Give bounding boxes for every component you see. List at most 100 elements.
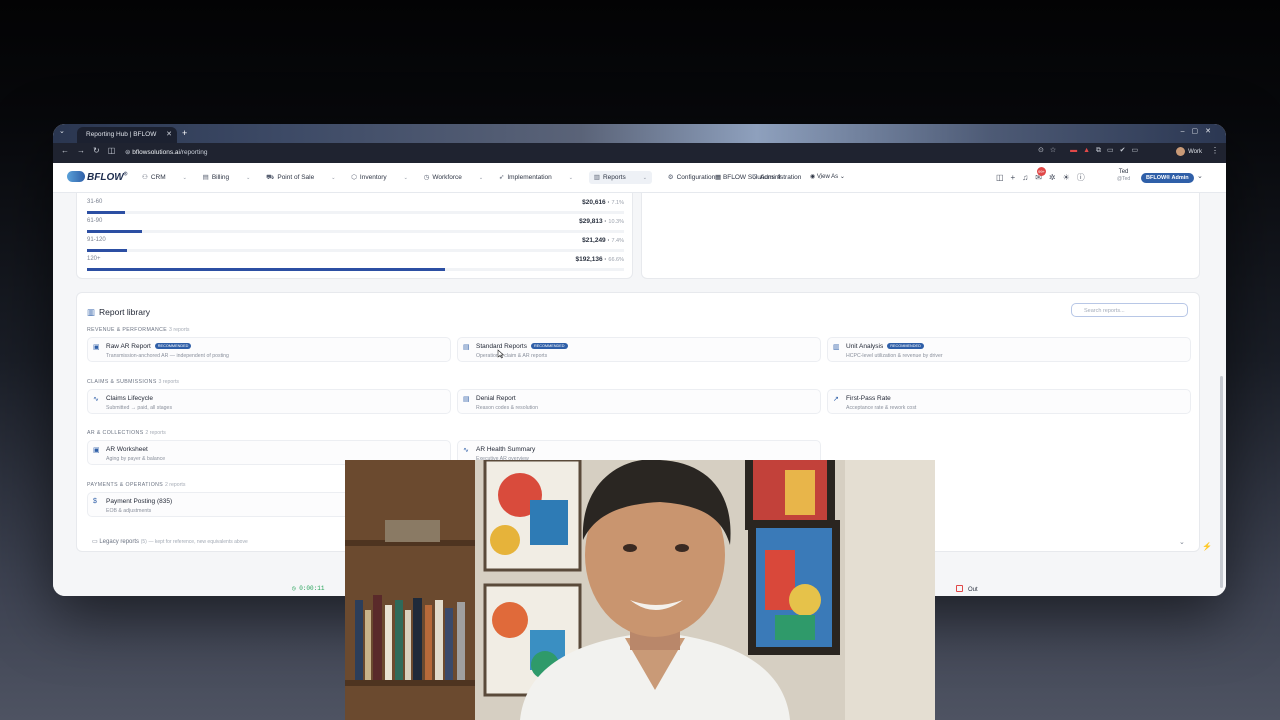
bar-chart-icon: ▥ [833,344,840,351]
view-as-dropdown[interactable]: ◉ View As ⌄ [810,173,845,180]
report-item-denial-report[interactable]: ▤ Denial Report Reason codes & resolutio… [457,389,821,414]
role-badge[interactable]: BFLOW® Admin [1141,173,1194,183]
chevron-down-icon[interactable]: ⌄ [1197,172,1203,180]
menu-point-of-sale[interactable]: ⛟ Point of Sale ⌄ [266,174,335,181]
chevron-down-icon: ⌄ [642,175,647,181]
section-count: 3 reports [169,327,190,333]
aging-percent: 7.4% [611,238,624,244]
report-description: Transmission-anchored AR — independent o… [106,353,229,359]
window-controls[interactable]: –▢✕ [1181,127,1218,135]
url-field[interactable]: ⊜ bflowsolutions.ai/reporting [125,146,207,160]
report-name: Payment Posting (835) [106,498,173,505]
aging-amount: $21,249 · 7.4% [582,237,624,244]
menu-billing[interactable]: ▤ Billing ⌄ [203,174,251,181]
aging-amount-value: $20,616 [582,199,606,206]
presenter-webcam-video [345,460,935,720]
recommended-badge: RECOMMENDED [887,343,924,349]
menu-reports[interactable]: ▥ Reports ⌄ [588,171,652,184]
menu-implementation[interactable]: ➶ Implementation ⌄ [499,174,573,181]
aging-bucket-label: 61-90 [87,218,103,224]
aging-percent: 66.6% [608,257,624,263]
aging-bar-track [87,249,624,252]
chevron-down-icon: ⌄ [568,175,573,181]
aging-amount-value: $21,249 [582,237,606,244]
chart-icon: ▥ [593,174,600,181]
org-name: BFLOW Solutions [722,174,775,181]
section-title: REVENUE & PERFORMANCE 3 reports [87,327,190,333]
chevron-down-icon: ⌄ [182,175,187,181]
aging-bar [87,268,445,271]
user-handle: @Ted [1117,176,1131,182]
menu-label: Configuration [676,174,716,181]
aging-bar-track [87,211,624,214]
chevron-down-icon: ⌄ [331,175,336,181]
report-item-claims-lifecycle[interactable]: ∿ Claims Lifecycle Submitted → paid, all… [87,389,451,414]
aging-bar-track [87,230,624,233]
aging-amount-value: $192,136 [575,256,603,263]
aging-amount: $192,136 · 66.6% [575,256,624,263]
user-menu[interactable]: Ted @Ted [1117,169,1130,183]
navigation-buttons[interactable]: ←→↻◫ [61,146,123,155]
report-library-title: ▥ Report library [87,307,150,318]
chevron-down-icon: ⌄ [478,175,484,181]
people-icon: ⚇ [142,174,148,181]
profile-button[interactable]: Work [1176,147,1202,156]
menu-crm[interactable]: ⚇ CRM ⌄ [142,174,187,181]
section-count: 3 reports [158,379,180,385]
box-icon: ⬡ [351,174,357,181]
dollar-icon: $ [93,498,97,505]
assistant-icon[interactable]: ⚡ [1202,542,1212,551]
report-name: AR Health Summary [476,446,536,453]
report-item-standard-reports[interactable]: ▤ Standard Reports RECOMMENDED Operationa… [457,337,821,362]
browser-tab[interactable]: Reporting Hub | BFLOW ✕ [77,127,177,143]
report-item-raw-ar[interactable]: ▣ Raw AR Report RECOMMENDED Transmission-… [87,337,451,362]
report-library-title-text: Report library [99,307,151,317]
menu-inventory[interactable]: ⬡ Inventory ⌄ [351,174,408,181]
new-tab-button[interactable]: + [182,128,187,138]
section-title: AR & COLLECTIONS 2 reports [87,430,166,436]
clock-out-button[interactable]: Out [956,585,978,593]
rocket-icon: ➶ [498,174,505,181]
clock-out-label: Out [968,587,978,593]
report-item-unit-analysis[interactable]: ▥ Unit Analysis RECOMMENDED HCPC-level ut… [827,337,1191,362]
document-icon: ▤ [463,344,470,351]
user-name: Ted [1118,169,1129,175]
pulse-icon: ∿ [93,396,99,403]
recommended-badge: RECOMMENDED [154,343,192,349]
section-count: 2 reports [145,430,166,436]
legacy-reports-toggle[interactable]: ▭ Legacy reports (5) — kept for referenc… [92,538,248,545]
sort-icon: ⇕ [776,174,782,181]
bflow-logo[interactable]: BFLOW® [67,171,127,183]
aging-amount: $20,616 · 7.1% [582,199,624,206]
close-tab-icon[interactable]: ✕ [166,127,172,143]
gear-icon: ⚙ [667,174,674,181]
tab-search-icon[interactable]: ⌄ [59,127,65,135]
report-description: Reason codes & resolution [476,405,538,411]
org-switcher[interactable]: ▦ BFLOW Solutions ⇕ [715,173,782,181]
aging-bucket-label: 91-120 [87,237,106,243]
tab-strip: ⌄ Reporting Hub | BFLOW ✕ + –▢✕ [53,124,1226,143]
menu-workforce[interactable]: ◷ Workforce ⌄ [424,174,483,181]
chevron-down-icon: ⌄ [839,174,845,180]
tab-title: Reporting Hub | BFLOW [86,131,157,138]
aging-percent: 7.1% [611,200,624,206]
chevron-down-icon[interactable]: ⌄ [1179,538,1185,546]
browser-menu-icon[interactable]: ⋮ [1211,146,1219,155]
menu-label: Point of Sale [277,174,315,181]
menu-label: CRM [150,174,166,181]
search-reports-input[interactable]: Search reports... [1071,303,1188,317]
aging-amount-value: $29,813 [579,218,603,225]
extension-icons[interactable]: ⊙☆ ▬▲⧉▭✔▭ [1038,146,1144,155]
side-panel-card [641,193,1200,279]
view-as-label: View As [816,174,839,180]
cart-icon: ⛟ [266,174,275,181]
scrollbar-thumb[interactable] [1220,376,1223,588]
profile-label: Work [1188,149,1202,156]
aging-percent: 10.3% [608,219,624,225]
stop-icon [956,585,963,592]
report-description: Acceptance rate & rework cost [846,405,917,411]
menu-label: Implementation [507,174,552,181]
report-item-first-pass-rate[interactable]: ↗ First-Pass Rate Acceptance rate & rewo… [827,389,1191,414]
aging-bucket-label: 31-60 [87,199,103,205]
legacy-count: (5) [140,539,147,545]
